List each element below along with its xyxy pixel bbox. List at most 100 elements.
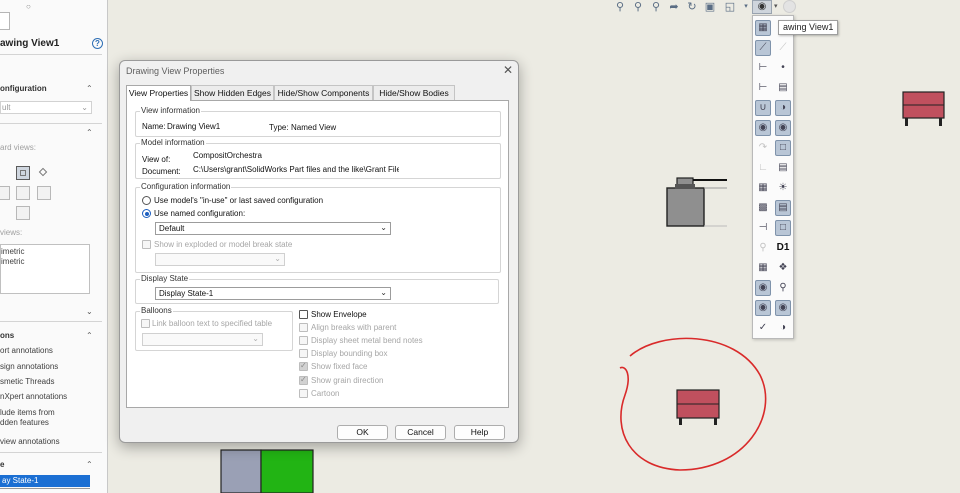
- show-exploded-label: Show in exploded or model break state: [154, 240, 293, 249]
- show-fixed-face-checkbox[interactable]: [299, 361, 308, 371]
- view-sheet-icon[interactable]: ▦: [755, 260, 771, 276]
- left-view-button[interactable]: [0, 186, 10, 200]
- link-balloon-text-checkbox[interactable]: [141, 319, 150, 328]
- zoom-to-fit-icon[interactable]: ⚲: [614, 1, 626, 13]
- view-sketch-dimensions-icon[interactable]: ▤: [775, 160, 791, 176]
- annotation-option[interactable]: smetic Threads: [0, 377, 55, 386]
- chevron-down-icon[interactable]: ▾: [774, 2, 778, 10]
- sheet-metal-bend-notes-checkbox[interactable]: [299, 336, 308, 345]
- view-sketch-icon[interactable]: ◉: [755, 120, 771, 136]
- view-temporary-axes-icon[interactable]: ⟋: [775, 40, 791, 56]
- view-grid-icon[interactable]: ▦: [755, 180, 771, 196]
- view-cameras-icon[interactable]: ▩: [755, 200, 771, 216]
- zoom-to-area-icon[interactable]: ⚲: [632, 1, 644, 13]
- view-of-value: CompositOrchestra: [193, 151, 262, 160]
- view-sketch-relations-2-icon[interactable]: ◉: [755, 280, 771, 296]
- view-orientation-icon[interactable]: ◱: [724, 1, 736, 13]
- show-exploded-checkbox[interactable]: [142, 240, 151, 249]
- tab-hide-show-bodies[interactable]: Hide/Show Bodies: [373, 85, 455, 100]
- bottom-view-button[interactable]: [16, 206, 30, 220]
- chevron-down-icon[interactable]: ⌄: [86, 307, 93, 316]
- tab-show-hidden-edges[interactable]: Show Hidden Edges: [191, 85, 274, 100]
- panel-expand-dot[interactable]: ○: [26, 2, 31, 11]
- view-mates-icon[interactable]: ⚲: [775, 280, 791, 296]
- annotation-option[interactable]: lude items from: [0, 408, 55, 417]
- tab-hide-show-components[interactable]: Hide/Show Components: [274, 85, 373, 100]
- hide-show-items-eye-icon[interactable]: ◉: [752, 0, 772, 14]
- right-view-button[interactable]: [37, 186, 51, 200]
- panel-tab[interactable]: [0, 12, 10, 30]
- annotation-option[interactable]: ort annotations: [0, 346, 53, 355]
- chevron-up-icon[interactable]: ⌃: [86, 460, 93, 469]
- property-manager: ○ awing View1 ? onfiguration ⌃ ult ⌄ ⌃ a…: [0, 0, 108, 493]
- view-section-lines-icon[interactable]: ◉: [775, 300, 791, 316]
- display-state-select[interactable]: Display State-1 ⌄: [155, 287, 391, 300]
- section-view-icon[interactable]: ▣: [704, 1, 716, 13]
- named-configuration-select[interactable]: Default ⌄: [155, 222, 391, 235]
- chevron-up-icon[interactable]: ⌃: [86, 331, 93, 340]
- view-planes-icon[interactable]: ▦: [755, 20, 771, 36]
- use-in-use-configuration-radio[interactable]: [142, 196, 151, 205]
- display-state-list-item[interactable]: ay State-1: [0, 475, 90, 487]
- use-named-configuration-radio[interactable]: [142, 209, 151, 218]
- show-envelope-checkbox[interactable]: [299, 310, 308, 319]
- annotation-option[interactable]: nXpert annotations: [0, 392, 67, 401]
- view-curves-icon[interactable]: ∪: [755, 100, 771, 116]
- import-annotations-header[interactable]: ons: [0, 331, 100, 340]
- configuration-select[interactable]: ult ⌄: [0, 101, 92, 114]
- reference-configuration-header[interactable]: onfiguration: [0, 84, 100, 93]
- help-button[interactable]: Help: [454, 425, 505, 440]
- rotate-view-icon[interactable]: ↻: [686, 1, 698, 13]
- close-icon[interactable]: ✕: [501, 63, 515, 77]
- previous-view-icon[interactable]: ➦: [668, 1, 680, 13]
- view-dimxpert-icon[interactable]: ⚲: [755, 240, 771, 256]
- view-parting-lines-icon[interactable]: ◑: [775, 100, 791, 116]
- view-routing-points-icon[interactable]: ↷: [755, 140, 771, 156]
- zoom-in-out-icon[interactable]: ⚲: [650, 1, 662, 13]
- view-sketch-relations-icon[interactable]: ∟: [755, 160, 771, 176]
- view-dimension-names-label[interactable]: D1: [775, 240, 791, 256]
- cartoon-checkbox[interactable]: [299, 389, 308, 398]
- display-state-header[interactable]: e: [0, 460, 100, 469]
- view-hatching-icon[interactable]: ◑: [775, 320, 791, 336]
- list-item[interactable]: imetric: [1, 247, 25, 256]
- chevron-up-icon[interactable]: ⌃: [86, 84, 93, 93]
- view-decals-icon[interactable]: ▤: [775, 200, 791, 216]
- tab-view-properties[interactable]: View Properties: [126, 85, 191, 101]
- show-grain-direction-checkbox[interactable]: [299, 375, 308, 385]
- chevron-down-icon[interactable]: ▾: [740, 1, 752, 13]
- view-center-of-mass-icon[interactable]: ❖: [775, 260, 791, 276]
- view-weld-beads-icon[interactable]: ⊣: [755, 220, 771, 236]
- group-label: Display State: [140, 274, 190, 283]
- chevron-up-icon[interactable]: ⌃: [86, 128, 93, 137]
- balloon-table-select[interactable]: ⌄: [142, 333, 263, 346]
- appearance-icon[interactable]: [783, 0, 796, 13]
- top-view-button[interactable]: [16, 186, 30, 200]
- view-points-icon[interactable]: •: [775, 60, 791, 76]
- part-view-top-right: [902, 91, 945, 126]
- annotation-option[interactable]: sign annotations: [0, 362, 58, 371]
- more-views-list[interactable]: imetric imetric: [0, 244, 90, 294]
- view-break-lines-icon[interactable]: ✓: [755, 320, 771, 336]
- exploded-state-select[interactable]: ⌄: [155, 253, 285, 266]
- isometric-view-button[interactable]: [37, 166, 51, 180]
- view-axes-icon[interactable]: ⟋: [755, 40, 771, 56]
- align-breaks-checkbox[interactable]: [299, 323, 308, 332]
- bounding-box-checkbox[interactable]: [299, 349, 308, 358]
- view-origins-small-icon[interactable]: ⊢: [755, 80, 771, 96]
- view-annotations-icon[interactable]: □: [775, 220, 791, 236]
- view-sketch-planes-icon[interactable]: □: [775, 140, 791, 156]
- list-item[interactable]: imetric: [1, 257, 25, 266]
- view-lights-icon[interactable]: ☀: [775, 180, 791, 196]
- help-icon[interactable]: ?: [92, 38, 103, 49]
- view-detail-circles-icon[interactable]: ◉: [755, 300, 771, 316]
- front-view-button[interactable]: [16, 166, 30, 180]
- view-annotations-link[interactable]: view annotations: [0, 437, 60, 446]
- view-3d-sketch-icon[interactable]: ◉: [775, 120, 791, 136]
- view-dimension-names-icon[interactable]: ▤: [775, 80, 791, 96]
- ok-button[interactable]: OK: [337, 425, 388, 440]
- name-label: Name:: [142, 122, 166, 131]
- view-coordinate-systems-icon[interactable]: ⊢: [755, 60, 771, 76]
- part-view-circled: [676, 389, 720, 425]
- cancel-button[interactable]: Cancel: [395, 425, 446, 440]
